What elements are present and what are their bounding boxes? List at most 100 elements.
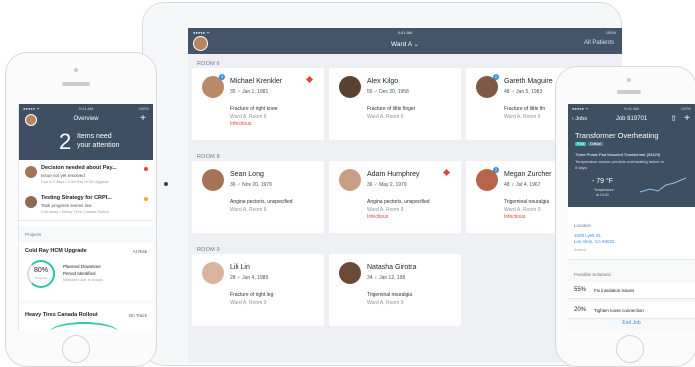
progress-ring	[49, 322, 119, 330]
left-phone-speaker	[62, 82, 90, 86]
project-status: At Risk	[132, 249, 147, 254]
ward-selector[interactable]: Ward A ⌄	[188, 40, 622, 48]
home-button[interactable]	[616, 335, 644, 363]
patient-card[interactable]: Lili Lin 28 ♀ Jun 4, 1989 Fracture of righ…	[192, 254, 324, 326]
status-time: 9:41 AM	[78, 106, 94, 111]
section-label: Possible Solutions	[574, 272, 611, 277]
end-job-button[interactable]: End Job	[568, 320, 695, 326]
task-item[interactable]: Decision needed about Pay... Issue not y…	[19, 160, 153, 191]
project-card[interactable]: Cold Ray HCM Upgrade At Risk 80% Progres…	[19, 242, 153, 300]
patient-name: Michael Krenkler	[230, 78, 283, 85]
job-description: Temperature sensor predicts overheating …	[575, 159, 664, 164]
arrival-status: Arrived	[574, 248, 587, 252]
add-icon[interactable]: +	[684, 113, 690, 124]
project-card[interactable]: Heavy Tires Canada Rollout On Track	[19, 304, 153, 330]
project-status: On Track	[128, 313, 147, 318]
status-time: 9:41 AM	[624, 106, 639, 111]
patient-card[interactable]: Natasha Girotra 34 ♀ Jan 12, 198 Trigemina…	[329, 254, 461, 326]
patient-name: Gareth Maguire	[504, 78, 553, 85]
infectious-flag: Infectious	[230, 121, 252, 127]
attention-text: your attention	[77, 142, 120, 149]
patient-name: Natasha Girotra	[367, 264, 417, 271]
task-item[interactable]: Testing Strategy for CRPI... Task progre…	[19, 190, 153, 221]
patient-name: Adam Humphrey	[367, 171, 420, 178]
progress-ring	[27, 260, 55, 288]
project-note: Planned Downtime	[63, 264, 101, 269]
patient-card[interactable]: Alex Kilgo 55 ♂ Dec 20, 1958 Fracture of l…	[329, 68, 461, 140]
patient-location: Ward A, Room 8	[367, 207, 404, 213]
solution-item[interactable]: 20% Tighten loose connection	[568, 302, 695, 319]
status-dot	[144, 167, 148, 171]
project-title: Cold Ray HCM Upgrade	[25, 248, 87, 254]
patient-demographics: 35 ♂ Jan 1, 1981	[230, 89, 269, 95]
job-header: ●●●●● ᯤ 9:41 AM 100% ‹ Jobs Job 819701 ⇧…	[568, 104, 695, 207]
tag: Critical	[588, 142, 603, 146]
home-button[interactable]	[62, 335, 90, 363]
patient-location: Ward A, Room 9	[504, 207, 541, 213]
progress-percent: 80%	[33, 267, 48, 274]
infectious-flag: Infectious	[367, 214, 389, 220]
right-phone-speaker	[617, 90, 641, 94]
patient-location: Ward A, Room 8	[230, 207, 267, 213]
avatar	[25, 166, 37, 178]
temperature-trend-icon	[640, 177, 686, 193]
solution-text: Tighten loose connection	[594, 308, 644, 313]
patient-demographics: 55 ♂ Dec 20, 1958	[367, 89, 409, 95]
all-patients-link[interactable]: All Patients	[584, 40, 614, 46]
attention-text: Items need	[77, 133, 112, 140]
temperature-label: at 10:00	[596, 193, 609, 197]
address-link[interactable]: Los Altos, CA 94022	[574, 239, 615, 244]
patient-card[interactable]: Sean Long 36 ♂ Nov 20, 1979 Angina pectori…	[192, 161, 324, 233]
solution-item[interactable]: 55% Fix insulation issues	[568, 282, 695, 299]
left-phone-screen: ●●●●● ᯤ 9:41 AM 100% Overview + 2 Items …	[18, 104, 153, 330]
notification-badge: 2	[493, 167, 499, 173]
address-link[interactable]: 1009 Lyell St,	[574, 233, 601, 238]
patient-card[interactable]: Adam Humphrey 36 ♂ May 2, 1979 Angina pect…	[329, 161, 461, 233]
project-title: Heavy Tires Canada Rollout	[25, 312, 98, 318]
infectious-flag: Infectious	[504, 214, 526, 220]
page-title: Ward A	[391, 41, 412, 48]
project-note: Period Identified	[63, 271, 96, 276]
patient-location: Ward A, Room 6	[230, 114, 267, 120]
patient-diagnosis: Angina pectoris, unspecified	[367, 199, 430, 205]
patient-location: Ward A, Room 9	[230, 300, 267, 306]
share-icon[interactable]: ⇧	[670, 114, 677, 123]
room-label: ROOM 9	[197, 247, 220, 253]
status-battery: 100%	[605, 30, 616, 35]
patient-photo	[339, 76, 361, 98]
room-label: ROOM 8	[197, 154, 220, 160]
solutions-section: Possible Solutions 55% Fix insulation is…	[568, 260, 695, 330]
patient-demographics: 36 ♂ May 2, 1979	[367, 182, 407, 188]
avatar	[25, 196, 37, 208]
left-phone-camera	[74, 68, 78, 72]
status-time: 9:41 AM	[397, 30, 413, 35]
patient-photo	[339, 169, 361, 191]
job-description: 8 days	[575, 165, 587, 170]
job-headline: Transformer Overheating	[575, 131, 659, 140]
room-label: ROOM 6	[197, 61, 220, 67]
patient-demographics: 34 ♀ Jan 12, 198	[367, 275, 406, 281]
projects-section: Projects Cold Ray HCM Upgrade At Risk 80…	[19, 226, 153, 330]
add-icon[interactable]: +	[140, 113, 146, 124]
patient-name: Sean Long	[230, 171, 264, 178]
alert-icon	[305, 75, 314, 84]
attention-count: 2	[59, 129, 72, 154]
patient-location: Ward A, Room 6	[367, 114, 404, 120]
patient-diagnosis: Trigeminal neuralgia	[367, 292, 413, 298]
temperature-value: - 79 °F	[592, 178, 614, 185]
patient-diagnosis: Fracture of right leg	[230, 292, 274, 298]
patient-card[interactable]: Michael Krenkler 35 ♂ Jan 1, 1981 Fracture…	[192, 68, 324, 140]
patient-demographics: 48 ♂ Jan 5, 1983	[504, 89, 543, 95]
status-battery: 100%	[680, 106, 691, 111]
chevron-down-icon: ⌄	[413, 41, 419, 48]
patient-photo	[339, 262, 361, 284]
patient-diagnosis: Trigeminal neuralgia	[504, 199, 550, 205]
task-title: Testing Strategy for CRPI...	[41, 195, 112, 201]
status-dot	[144, 197, 148, 201]
patient-location: Ward A, Room 9	[367, 300, 404, 306]
task-title: Decision needed about Pay...	[41, 165, 117, 171]
project-note: Milestone due in 8 days	[63, 278, 103, 282]
ipad-nav-bar: ●●●●● ᯤ 9:41 AM 100% Ward A ⌄ All Patien…	[188, 28, 622, 54]
solution-percent: 55%	[574, 287, 587, 293]
task-detail: Due today • Heavy Tires Canada Rollout	[41, 210, 110, 214]
